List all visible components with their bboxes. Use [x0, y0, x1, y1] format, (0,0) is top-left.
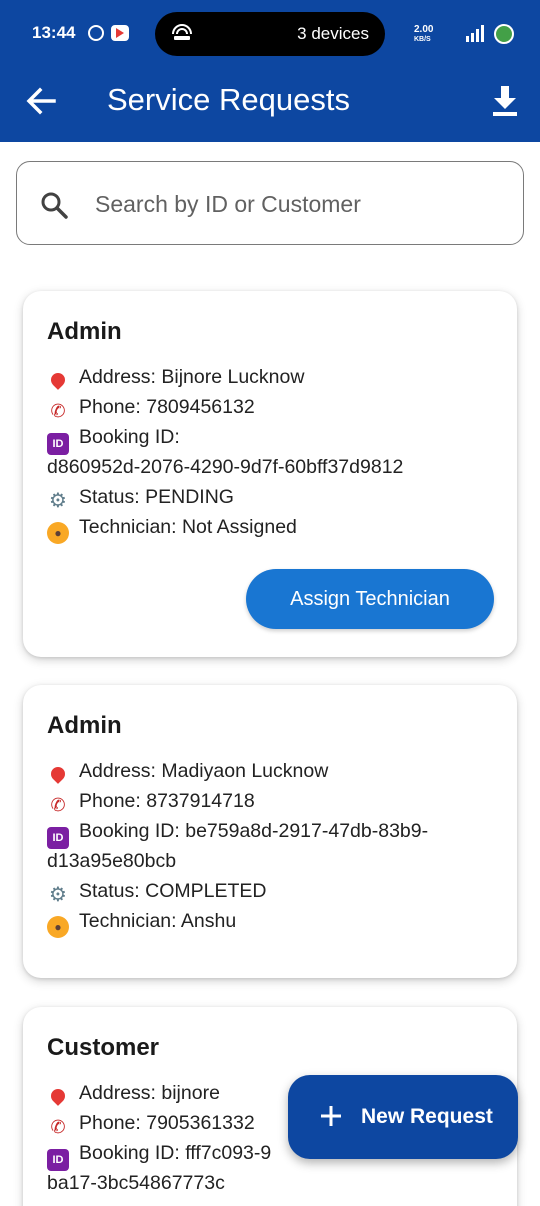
id-icon: ID [47, 827, 69, 849]
phone-line: ✆ Phone: 8737914718 [47, 790, 254, 816]
network-rate: 2.00 KB/S [414, 24, 434, 44]
phone-line: ✆ Phone: 7905361332 [47, 1112, 254, 1138]
customer-name: Customer [47, 1034, 160, 1061]
booking-id-line: ID Booking ID: [47, 426, 180, 455]
page-title: Service Requests [107, 82, 350, 117]
new-request-label: New Request [361, 1105, 493, 1128]
booking-id-value: ba17-3bc54867773c [47, 1172, 225, 1194]
pin-icon [47, 765, 69, 787]
pin-icon [47, 1087, 69, 1109]
request-card[interactable]: Admin Address: Madiyaon Lucknow ✆ Phone: … [23, 685, 517, 978]
youtube-icon [111, 25, 129, 41]
cast-devices-label: 3 devices [297, 24, 369, 43]
new-request-button[interactable]: New Request [288, 1075, 518, 1159]
technician-icon: ● [47, 522, 69, 544]
customer-name: Admin [47, 318, 122, 345]
booking-id-value: d860952d-2076-4290-9d7f-60bff37d9812 [47, 456, 404, 478]
customer-name: Admin [47, 712, 122, 739]
gear-icon: ⚙ [49, 490, 67, 512]
status-line: ⚙ Status: PENDING [47, 486, 234, 512]
status-bar: 13:44 3 devices 2.00 KB/S [0, 0, 540, 68]
search-icon [41, 192, 68, 219]
phone-line: ✆ Phone: 7809456132 [47, 396, 254, 422]
id-icon: ID [47, 433, 69, 455]
booking-id-line: ID Booking ID: fff7c093-9 [47, 1142, 271, 1171]
phone-icon: ✆ [50, 401, 66, 421]
status-line: ⚙ Status: COMPLETED [47, 880, 266, 906]
back-arrow-icon[interactable] [24, 84, 58, 118]
search-input[interactable] [95, 182, 495, 226]
technician-line: ● Technician: Not Assigned [47, 516, 297, 544]
technician-line: ● Technician: Anshu [47, 910, 236, 938]
address-line: Address: bijnore [47, 1082, 220, 1109]
cast-pill[interactable]: 3 devices [155, 12, 385, 56]
signal-icon [466, 25, 484, 42]
gear-icon: ⚙ [49, 884, 67, 906]
top-bar: 13:44 3 devices 2.00 KB/S Service Request… [0, 0, 540, 142]
address-line: Address: Bijnore Lucknow [47, 366, 304, 393]
request-card[interactable]: Admin Address: Bijnore Lucknow ✆ Phone: 7… [23, 291, 517, 657]
plus-icon [321, 1106, 341, 1126]
phone-icon: ✆ [50, 795, 66, 815]
booking-id-line: ID Booking ID: be759a8d-2917-47db-83b9- [47, 820, 428, 849]
pin-icon [47, 371, 69, 393]
phone-icon: ✆ [50, 1117, 66, 1137]
status-time: 13:44 [32, 23, 76, 42]
technician-icon: ● [47, 916, 69, 938]
address-line: Address: Madiyaon Lucknow [47, 760, 328, 787]
assign-technician-button[interactable]: Assign Technician [246, 569, 494, 629]
download-icon[interactable] [490, 84, 520, 118]
cast-icon [172, 24, 192, 40]
battery-icon [494, 24, 514, 44]
whatsapp-icon [88, 25, 104, 41]
booking-id-value: d13a95e80bcb [47, 850, 177, 872]
search-box[interactable] [16, 161, 524, 245]
id-icon: ID [47, 1149, 69, 1171]
